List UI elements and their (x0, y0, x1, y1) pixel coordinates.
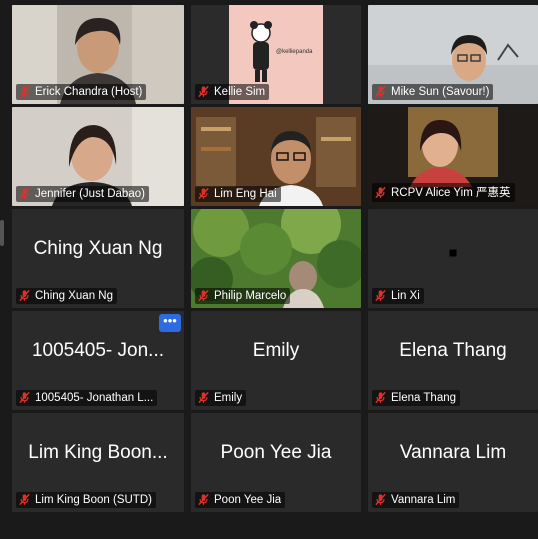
participant-display-name: Poon Yee Jia (220, 441, 332, 463)
participant-tile[interactable]: Poon Yee Jia Poon Yee Jia (191, 413, 361, 512)
participant-name-text: Ching Xuan Ng (35, 289, 113, 302)
microphone-muted-icon (375, 186, 386, 198)
more-options-button[interactable]: ••• (159, 314, 181, 332)
participant-tile[interactable]: Jennifer (Just Dabao) (12, 107, 184, 206)
participant-name-label: Kellie Sim (195, 84, 270, 100)
participant-name-label: Mike Sun (Savour!) (372, 84, 494, 100)
participant-tile[interactable]: Lim Eng Hai (191, 107, 361, 206)
participant-name-label: 1005405- Jonathan L... (16, 390, 158, 406)
participant-display-name: Elena Thang (399, 339, 507, 361)
participant-tile[interactable]: Philip Marcelo (191, 209, 361, 308)
microphone-muted-icon (198, 391, 209, 404)
window-edge-handle (0, 220, 4, 246)
participant-name-label: Erick Chandra (Host) (16, 84, 147, 100)
microphone-muted-icon (198, 493, 209, 506)
participant-display-name: 1005405- Jon... (31, 339, 165, 361)
microphone-muted-icon (19, 493, 30, 506)
microphone-muted-icon (19, 289, 30, 302)
participant-name-text: Lim Eng Hai (214, 187, 277, 200)
participant-display-name: Emily (252, 339, 300, 361)
gallery-grid: Erick Chandra (Host) @kelliepanda Kellie… (12, 5, 538, 512)
participant-name-text: Poon Yee Jia (214, 493, 282, 506)
microphone-muted-icon (19, 187, 30, 200)
participant-name-text: Lim King Boon (SUTD) (35, 493, 152, 506)
microphone-muted-icon (198, 289, 209, 302)
microphone-muted-icon (375, 391, 386, 404)
participant-display-name: Vannara Lim (399, 441, 507, 463)
participant-tile[interactable]: Mike Sun (Savour!) (368, 5, 538, 104)
participant-tile[interactable]: Ching Xuan Ng Ching Xuan Ng (12, 209, 184, 308)
microphone-muted-icon (375, 493, 386, 506)
participant-name-text: Lin Xi (391, 289, 420, 302)
participant-name-text: Elena Thang (391, 391, 457, 404)
participant-name-label: Poon Yee Jia (195, 492, 286, 508)
participant-name-text: Emily (214, 391, 243, 404)
video-caption-text: @kelliepanda (276, 48, 313, 55)
participant-name-text: RCPV Alice Yim 严惠英 (391, 187, 511, 199)
participant-name-label: Vannara Lim (372, 492, 460, 508)
participant-tile[interactable]: Erick Chandra (Host) (12, 5, 184, 104)
participant-name-text: Kellie Sim (214, 85, 266, 98)
participant-name-text: Mike Sun (Savour!) (391, 85, 490, 98)
participant-name-label: Lim King Boon (SUTD) (16, 492, 156, 508)
participant-name-label: Philip Marcelo (195, 288, 291, 304)
participant-tile[interactable]: Lim King Boon... Lim King Boon (SUTD) (12, 413, 184, 512)
participant-tile[interactable]: Lin Xi (368, 209, 538, 308)
participant-tile[interactable]: Elena Thang Elena Thang (368, 311, 538, 410)
participant-name-text: Vannara Lim (391, 493, 456, 506)
participant-name-label: Lin Xi (372, 288, 424, 304)
participant-name-text: Philip Marcelo (214, 289, 287, 302)
participant-tile[interactable]: Vannara Lim Vannara Lim (368, 413, 538, 512)
participant-display-name: Ching Xuan Ng (33, 237, 163, 259)
microphone-muted-icon (198, 85, 209, 98)
participant-name-label: Elena Thang (372, 390, 461, 406)
video-placeholder-dot (449, 249, 457, 257)
participant-name-label: Emily (195, 390, 247, 406)
participant-name-label: RCPV Alice Yim 严惠英 (372, 183, 515, 202)
participant-name-label: Jennifer (Just Dabao) (16, 186, 149, 202)
participant-tile[interactable]: 1005405- Jon... ••• 1005405- Jonathan L..… (12, 311, 184, 410)
participant-name-label: Lim Eng Hai (195, 186, 281, 202)
participant-name-text: Erick Chandra (Host) (35, 85, 143, 98)
participant-name-label: Ching Xuan Ng (16, 288, 117, 304)
participant-tile[interactable]: RCPV Alice Yim 严惠英 (368, 107, 538, 206)
participant-tile[interactable]: Emily Emily (191, 311, 361, 410)
microphone-muted-icon (198, 187, 209, 200)
microphone-muted-icon (375, 85, 386, 98)
microphone-muted-icon (19, 391, 30, 404)
microphone-muted-icon (375, 289, 386, 302)
participant-display-name: Lim King Boon... (28, 441, 168, 463)
microphone-muted-icon (19, 85, 30, 98)
participant-name-text: Jennifer (Just Dabao) (35, 187, 145, 200)
participant-tile[interactable]: @kelliepanda Kellie Sim (191, 5, 361, 104)
participant-name-text: 1005405- Jonathan L... (35, 391, 154, 404)
